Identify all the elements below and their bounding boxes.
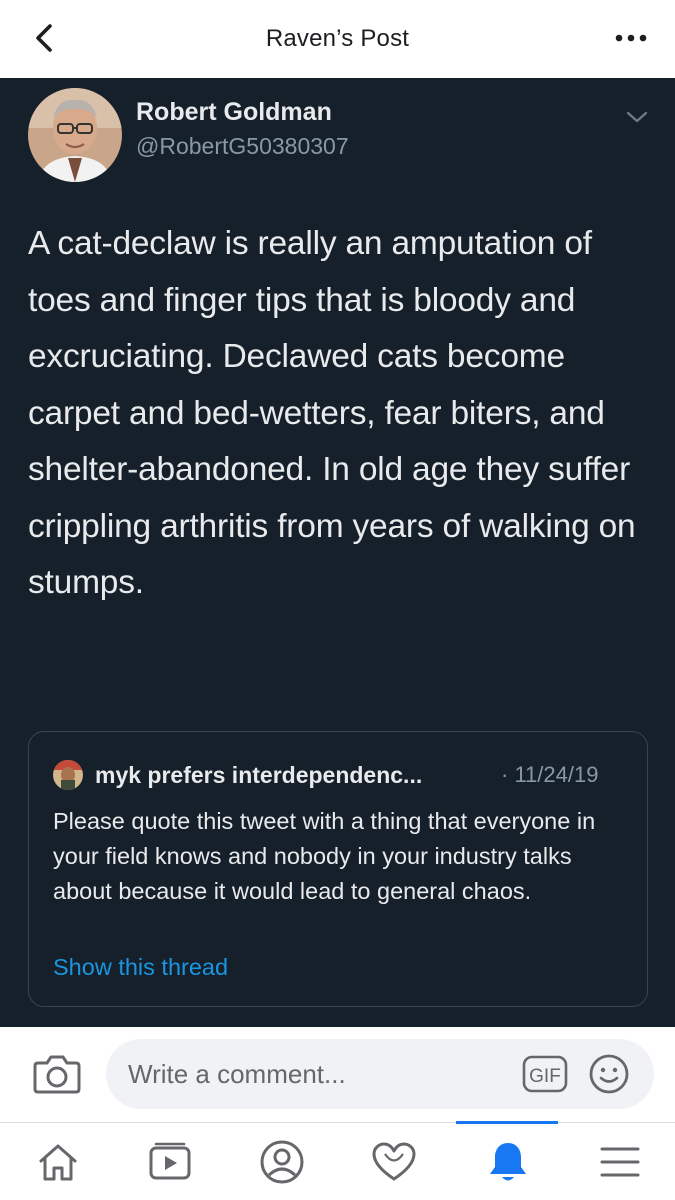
quoted-author-name: myk prefers interdependenc... <box>95 762 423 788</box>
quoted-tweet-text: Please quote this tweet with a thing tha… <box>53 808 596 904</box>
author-handle: @RobertG50380307 <box>136 133 349 159</box>
camera-button[interactable] <box>32 1051 82 1097</box>
back-button[interactable] <box>22 16 66 60</box>
home-icon <box>39 1144 77 1181</box>
show-thread-link[interactable]: Show this thread <box>53 954 228 981</box>
author-avatar <box>28 88 122 182</box>
tab-home[interactable] <box>2 1123 114 1200</box>
video-icon <box>149 1142 191 1180</box>
bottom-tab-bar <box>0 1121 675 1200</box>
comment-input[interactable] <box>106 1039 654 1109</box>
gif-label: GIF <box>529 1066 561 1087</box>
tab-watch[interactable] <box>114 1123 226 1200</box>
tab-dating[interactable] <box>338 1123 450 1200</box>
smiley-icon <box>589 1054 629 1094</box>
tab-notifications[interactable] <box>452 1123 564 1200</box>
chevron-left-icon <box>36 24 52 52</box>
gif-button[interactable]: GIF <box>522 1055 568 1093</box>
camera-icon <box>33 1055 81 1094</box>
tab-menu[interactable] <box>564 1123 675 1200</box>
tweet-text: A cat-declaw is really an amputation of … <box>28 225 636 601</box>
comment-composer: GIF <box>0 1027 675 1122</box>
quoted-author-avatar <box>53 760 83 790</box>
menu-icon <box>600 1147 640 1177</box>
chevron-down-icon[interactable] <box>622 106 652 128</box>
author-name: Robert Goldman <box>136 98 332 126</box>
gif-icon: GIF <box>522 1055 568 1093</box>
page-title: Raven’s Post <box>265 25 410 52</box>
profile-icon <box>260 1140 304 1184</box>
emoji-button[interactable] <box>588 1053 630 1095</box>
quoted-tweet-card[interactable]: myk prefers interdependenc... · 11/24/19… <box>28 731 648 1007</box>
heart-icon <box>372 1142 416 1181</box>
tab-profile[interactable] <box>226 1123 338 1200</box>
bell-icon <box>490 1143 526 1181</box>
top-navigation-bar: Raven’s Post <box>0 0 675 78</box>
more-horizontal-icon <box>615 34 647 42</box>
quoted-date: · 11/24/19 <box>501 762 599 787</box>
tweet-screenshot: Robert Goldman @RobertG50380307 A cat-de… <box>0 78 675 1027</box>
more-options-button[interactable] <box>609 16 653 60</box>
